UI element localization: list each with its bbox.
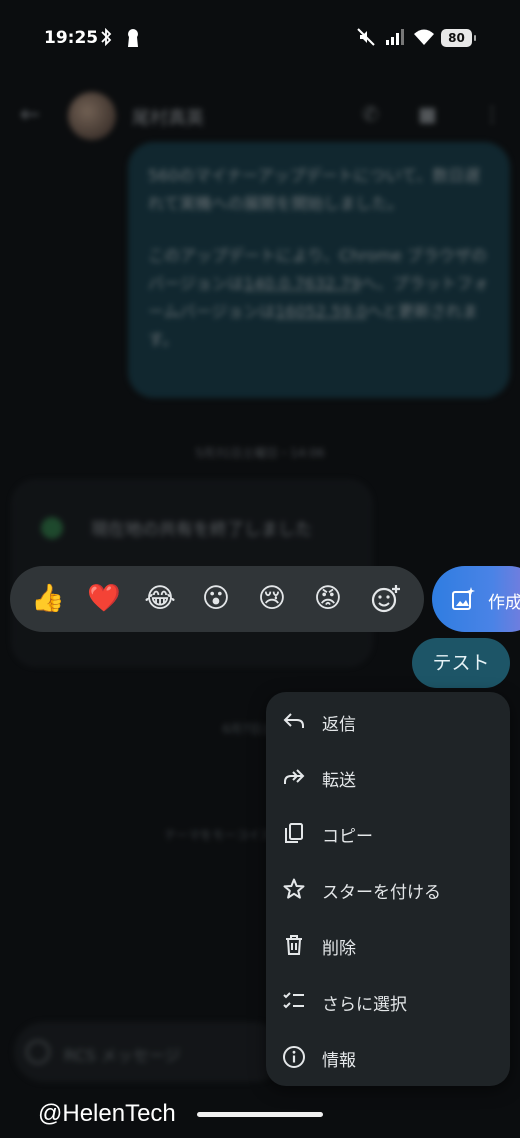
info-icon bbox=[282, 1045, 306, 1069]
signal-icon bbox=[385, 28, 407, 51]
menu-item-star[interactable]: スターを付ける bbox=[266, 861, 510, 917]
menu-item-copy[interactable]: コピー bbox=[266, 805, 510, 861]
add-reaction-icon[interactable] bbox=[369, 582, 403, 616]
reaction-laughing[interactable]: 😂 bbox=[141, 580, 179, 618]
menu-item-info[interactable]: 情報 bbox=[266, 1029, 510, 1085]
avatar[interactable] bbox=[68, 92, 116, 140]
image-create-icon bbox=[450, 586, 476, 612]
bluetooth-icon bbox=[100, 27, 112, 51]
reaction-heart[interactable]: ❤️ bbox=[85, 580, 123, 618]
compose-field[interactable]: RCS メッセージ bbox=[14, 1022, 284, 1082]
checklist-icon bbox=[282, 989, 306, 1013]
create-chip-label: 作成 bbox=[488, 593, 520, 613]
mute-icon bbox=[357, 28, 375, 51]
reaction-crying[interactable]: 😢 bbox=[253, 580, 291, 618]
menu-item-label: スターを付ける bbox=[322, 883, 441, 903]
add-icon[interactable] bbox=[26, 1040, 50, 1064]
trash-icon bbox=[282, 933, 306, 957]
battery-icon: 80 bbox=[441, 29, 476, 47]
menu-item-forward[interactable]: 転送 bbox=[266, 749, 510, 805]
menu-item-label: 削除 bbox=[322, 939, 356, 959]
create-chip[interactable]: 作成 bbox=[432, 566, 520, 632]
menu-item-reply[interactable]: 返信 bbox=[266, 693, 510, 749]
wifi-icon bbox=[413, 28, 435, 51]
copy-icon bbox=[282, 821, 306, 845]
compose-placeholder: RCS メッセージ bbox=[64, 1046, 181, 1065]
message-context-menu: 返信 転送 コピー スターを付ける 削除 さらに選択 情報 bbox=[266, 692, 510, 1086]
menu-item-delete[interactable]: 削除 bbox=[266, 917, 510, 973]
video-call-icon[interactable]: ■ bbox=[418, 102, 437, 126]
watermark: @HelenTech bbox=[38, 1100, 176, 1127]
message-paragraph: このアップデートにより、Chrome ブラウザのバージョンは140.0.7632… bbox=[148, 242, 490, 354]
keyhole-icon bbox=[126, 28, 140, 53]
menu-item-select-more[interactable]: さらに選択 bbox=[266, 973, 510, 1029]
reply-icon bbox=[282, 709, 306, 733]
reaction-angry[interactable]: 😡 bbox=[309, 580, 347, 618]
timestamp: 5月31日土曜日・14:06 bbox=[195, 446, 325, 460]
menu-item-label: 転送 bbox=[322, 771, 356, 791]
reaction-thumbs-up[interactable]: 👍 bbox=[29, 580, 67, 618]
phone-icon[interactable]: ✆ bbox=[362, 102, 379, 126]
menu-item-label: 情報 bbox=[322, 1051, 356, 1071]
reaction-surprised[interactable]: 😮 bbox=[197, 580, 235, 618]
star-icon bbox=[282, 877, 306, 901]
back-arrow-icon[interactable]: ← bbox=[20, 100, 40, 128]
location-icon bbox=[41, 517, 63, 539]
version-link[interactable]: 16052.59.0 bbox=[275, 302, 367, 321]
message-paragraph: 560のマイナーアップデートについて、数日遅れて実機への展開を開始しました。 bbox=[148, 166, 481, 213]
status-bar: 19:25 80 bbox=[0, 0, 520, 78]
reaction-bar: 👍 ❤️ 😂 😮 😢 😡 bbox=[10, 566, 424, 632]
home-indicator[interactable] bbox=[197, 1112, 323, 1117]
status-time: 19:25 bbox=[44, 28, 99, 48]
forward-icon bbox=[282, 765, 306, 789]
received-message-bubble: 560のマイナーアップデートについて、数日遅れて実機への展開を開始しました。 こ… bbox=[128, 142, 510, 398]
menu-item-label: 返信 bbox=[322, 715, 356, 735]
contact-name: 尾村真英 bbox=[132, 108, 204, 129]
menu-item-label: コピー bbox=[322, 827, 373, 847]
more-options-icon[interactable]: ⋮ bbox=[482, 102, 502, 126]
menu-item-label: さらに選択 bbox=[322, 995, 407, 1015]
selected-message-bubble[interactable]: テスト bbox=[412, 638, 510, 688]
location-text: 現在地の共有を終了しました bbox=[91, 520, 312, 540]
version-link[interactable]: 140.0.7632.79 bbox=[244, 274, 361, 293]
